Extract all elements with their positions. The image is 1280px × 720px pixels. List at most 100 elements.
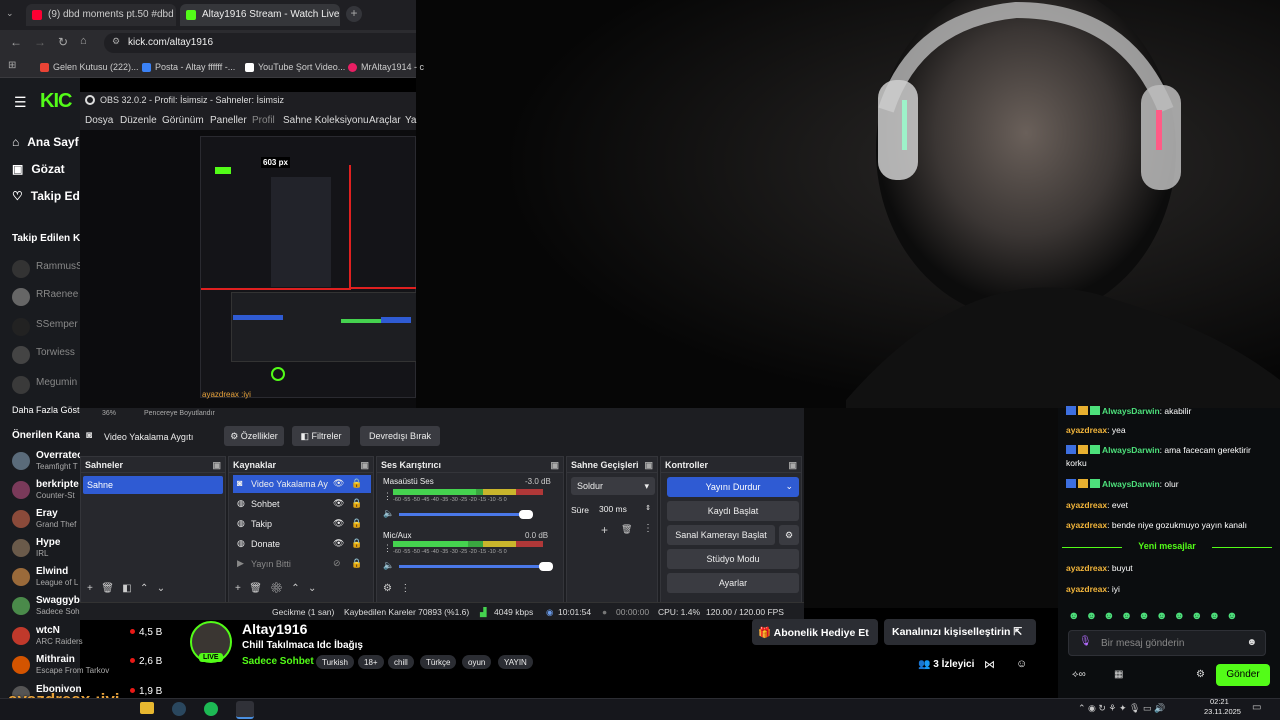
- obs-taskbar-icon[interactable]: [236, 701, 254, 719]
- properties-button[interactable]: ⚙ Özellikler: [224, 426, 284, 446]
- settings-button[interactable]: Ayarlar: [667, 573, 799, 593]
- source-item[interactable]: ◍ Sohbet 👁 🔒: [233, 495, 371, 513]
- mixer-menu-icon[interactable]: ⋮: [400, 583, 410, 594]
- advanced-audio-icon[interactable]: ⚙: [383, 583, 392, 594]
- menu-scene-collection[interactable]: Sahne Koleksiyonu: [283, 115, 369, 126]
- tag[interactable]: chill: [388, 655, 414, 669]
- apps-icon[interactable]: ⊞: [8, 60, 16, 71]
- add-icon[interactable]: +: [601, 523, 608, 537]
- dock-menu-icon[interactable]: ▣: [550, 460, 559, 471]
- menu-file[interactable]: Dosya: [85, 115, 113, 126]
- studio-mode-button[interactable]: Stüdyo Modu: [667, 549, 799, 569]
- virtual-camera-settings-button[interactable]: ⚙: [779, 525, 799, 545]
- clock-date[interactable]: 23.11.2025: [1204, 707, 1241, 716]
- source-item[interactable]: ◍ Takip 👁 🔒: [233, 515, 371, 533]
- menu-docks[interactable]: Paneller: [210, 115, 247, 126]
- source-item[interactable]: ◙ Video Yakalama Ay 👁 🔒: [233, 475, 371, 493]
- add-user-icon[interactable]: ☺: [1016, 658, 1027, 670]
- points-icon[interactable]: ⟡∞: [1072, 669, 1086, 680]
- tab-youtube[interactable]: (9) dbd moments pt.50 #dbd: [26, 4, 176, 26]
- transition-select[interactable]: Soldur ▾: [571, 477, 655, 495]
- eye-off-icon[interactable]: ⊘: [333, 558, 341, 569]
- chevron-down-icon[interactable]: ⌄: [785, 481, 793, 492]
- lock-icon[interactable]: 🔒: [351, 518, 362, 529]
- notification-icon[interactable]: ▭: [1252, 702, 1261, 713]
- deactivate-button[interactable]: Devredışı Bırak: [360, 426, 440, 446]
- tag[interactable]: oyun: [462, 655, 492, 669]
- source-item[interactable]: ◍ Donate 👁 🔒: [233, 535, 371, 553]
- source-item[interactable]: ▶ Yayın Bitti ⊘ 🔒: [233, 555, 371, 573]
- chat-username[interactable]: ayazdreax: [1066, 584, 1107, 594]
- trash-icon[interactable]: 🗑: [101, 583, 114, 594]
- menu-icon[interactable]: ☰: [14, 94, 27, 111]
- speaker-icon[interactable]: 🔈: [383, 560, 394, 571]
- bookmark-channel[interactable]: MrAltay1914 - c: [348, 62, 424, 72]
- nav-home[interactable]: ⌂ Ana Sayf: [12, 135, 79, 149]
- slider-handle[interactable]: [519, 510, 533, 519]
- tab-list-icon[interactable]: ⌄: [6, 8, 14, 19]
- tray-icons[interactable]: ⌃ ◉ ↻ ⚘ ✦ 🎙 ▭ 🔊: [1078, 703, 1165, 714]
- gift-icon[interactable]: ▦: [1114, 669, 1123, 680]
- filter-icon[interactable]: ◧: [122, 583, 131, 594]
- menu-view[interactable]: Görünüm: [162, 115, 204, 126]
- gear-icon[interactable]: ⚙: [1196, 669, 1205, 680]
- chat-input[interactable]: 🎙 Bir mesaj gönderin ☻: [1068, 630, 1266, 656]
- new-tab-icon[interactable]: +: [346, 6, 362, 22]
- add-icon[interactable]: +: [87, 583, 93, 594]
- send-button[interactable]: Gönder: [1216, 664, 1270, 686]
- dock-menu-icon[interactable]: ▣: [788, 460, 797, 471]
- fit-to-window-label[interactable]: Pencereye Boyutlandır: [144, 410, 215, 417]
- mic-icon[interactable]: 🎙: [1079, 636, 1092, 647]
- obs-preview[interactable]: 603 px ayazdreax :iyi: [80, 130, 416, 408]
- dock-menu-icon[interactable]: ▣: [644, 460, 653, 471]
- chat-username[interactable]: ayazdreax: [1066, 520, 1107, 530]
- up-icon[interactable]: ⌃: [140, 583, 148, 594]
- duration-input[interactable]: 300 ms ⇕: [595, 501, 655, 517]
- back-icon[interactable]: ←: [10, 35, 22, 49]
- bookmark-youtube[interactable]: YouTube Şort Video...: [245, 62, 345, 72]
- streamer-name[interactable]: Altay1916: [242, 621, 307, 637]
- emote-icon[interactable]: ☻☻☻☻☻☻☻☻☻☻: [1068, 610, 1244, 622]
- tag[interactable]: 18+: [358, 655, 384, 669]
- eye-icon[interactable]: 👁: [333, 518, 344, 529]
- kick-logo[interactable]: KIC: [40, 90, 72, 113]
- bookmark-gmail[interactable]: Gelen Kutusu (222)...: [40, 62, 139, 72]
- down-icon[interactable]: ⌄: [308, 583, 316, 594]
- customize-channel-button[interactable]: Kanalınızı kişiselleştirin ⇱: [884, 619, 1036, 645]
- gear-icon[interactable]: ⚙: [270, 583, 283, 594]
- chat-username[interactable]: ayazdreax: [1066, 425, 1107, 435]
- dock-menu-icon[interactable]: ▣: [360, 460, 369, 471]
- chat-username[interactable]: ayazdreax: [1066, 563, 1107, 573]
- menu-tools[interactable]: Araçlar: [369, 115, 401, 126]
- trash-icon[interactable]: 🗑: [621, 524, 632, 535]
- eye-icon[interactable]: 👁: [333, 538, 344, 549]
- tag[interactable]: YAYIN: [498, 655, 533, 669]
- slider-handle[interactable]: [539, 562, 553, 571]
- stream-category[interactable]: Sadece Sohbet: [242, 656, 314, 667]
- site-info-icon[interactable]: ⚙: [112, 36, 120, 47]
- volume-slider[interactable]: [399, 562, 553, 571]
- share-icon[interactable]: ⋈: [984, 658, 995, 671]
- nav-browse[interactable]: ▣ Gözat: [12, 162, 65, 176]
- steam-icon[interactable]: [172, 702, 186, 716]
- scene-item[interactable]: Sahne: [83, 476, 223, 494]
- speaker-icon[interactable]: 🔈: [383, 508, 394, 519]
- file-explorer-icon[interactable]: [140, 702, 154, 714]
- chat-username[interactable]: AlwaysDarwin: [1102, 479, 1160, 489]
- show-more-link[interactable]: Daha Fazla Göste: [12, 405, 85, 415]
- add-icon[interactable]: +: [235, 583, 241, 594]
- lock-icon[interactable]: 🔒: [351, 558, 362, 569]
- chat-username[interactable]: AlwaysDarwin: [1102, 406, 1160, 416]
- lock-icon[interactable]: 🔒: [351, 498, 362, 509]
- dock-menu-icon[interactable]: ▣: [212, 460, 221, 471]
- transition-menu-icon[interactable]: ⋮: [643, 523, 653, 534]
- tag[interactable]: Türkçe: [420, 655, 457, 669]
- chat-username[interactable]: ayazdreax: [1066, 500, 1107, 510]
- emoji-icon[interactable]: ☻: [1246, 637, 1257, 648]
- lock-icon[interactable]: 🔒: [351, 478, 362, 489]
- home-icon[interactable]: ⌂: [80, 35, 87, 47]
- chat-username[interactable]: AlwaysDarwin: [1102, 445, 1160, 455]
- menu-help[interactable]: Ya: [405, 115, 417, 126]
- forward-icon[interactable]: →: [34, 35, 46, 49]
- bookmark-mail[interactable]: Posta - Altay ffffff -...: [142, 62, 235, 72]
